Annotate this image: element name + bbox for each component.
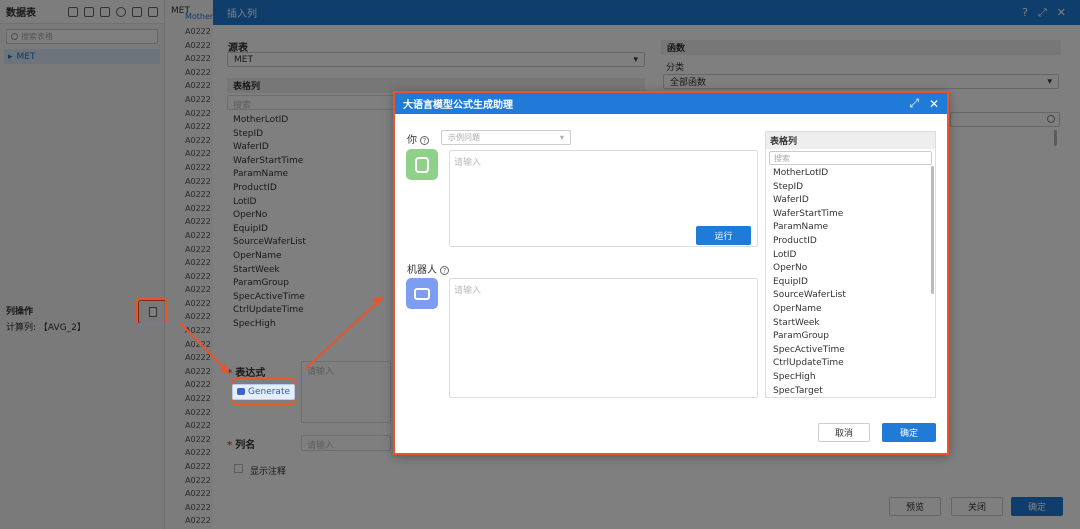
assistant-columns-panel: 表格列 搜索 MotherLotID StepID WaferID WaferStar… xyxy=(765,131,936,398)
column-item[interactable]: EquipID xyxy=(773,276,935,290)
column-item[interactable]: SourceWaferList xyxy=(773,289,935,303)
robot-icon xyxy=(414,287,430,300)
help-icon: ? xyxy=(420,136,429,145)
column-item[interactable]: OperNo xyxy=(773,262,935,276)
columns-search-input[interactable]: 搜索 xyxy=(769,151,932,165)
arrow-to-generate xyxy=(179,322,229,373)
bot-output: 请输入 xyxy=(449,278,758,398)
column-item[interactable]: ParamGroup xyxy=(773,330,935,344)
scrollbar[interactable] xyxy=(931,166,934,294)
column-item[interactable]: ProductID xyxy=(773,235,935,249)
assistant-title: 大语言模型公式生成助理 xyxy=(403,100,513,111)
llm-assistant-dialog: 大语言模型公式生成助理 ⤢ ✕ 你? 示例问题 ▾ 请输入 运行 机器人? 请输… xyxy=(393,91,949,455)
run-button[interactable]: 运行 xyxy=(696,226,751,245)
column-item[interactable]: MotherLotID xyxy=(773,167,935,181)
bot-avatar xyxy=(406,278,438,309)
column-item[interactable]: StepID xyxy=(773,181,935,195)
close-icon[interactable]: ✕ xyxy=(929,97,939,111)
columns-list: MotherLotIDStepIDWaferIDWaferStartTimePa… xyxy=(766,167,935,398)
help-icon: ? xyxy=(440,266,449,275)
column-item[interactable]: LotID xyxy=(773,249,935,263)
user-avatar xyxy=(406,149,438,180)
column-item[interactable]: ParamName xyxy=(773,221,935,235)
column-item[interactable]: OperName xyxy=(773,303,935,317)
column-item[interactable]: StartWeek xyxy=(773,317,935,331)
assistant-titlebar: 大语言模型公式生成助理 ⤢ ✕ xyxy=(395,93,947,114)
confirm-button[interactable]: 确定 xyxy=(882,423,936,442)
cancel-button[interactable]: 取消 xyxy=(818,423,870,442)
user-icon xyxy=(415,156,429,173)
column-item[interactable]: SpecTarget xyxy=(773,385,935,399)
arrow-to-assistant xyxy=(304,299,381,370)
column-item[interactable]: SpecActiveTime xyxy=(773,344,935,358)
you-label: 你? xyxy=(407,131,429,146)
column-item[interactable]: WaferStartTime xyxy=(773,208,935,222)
chevron-down-icon: ▾ xyxy=(559,133,564,142)
column-item[interactable]: WaferID xyxy=(773,194,935,208)
column-item[interactable]: SpecHigh xyxy=(773,371,935,385)
example-question-select[interactable]: 示例问题 ▾ xyxy=(441,130,571,145)
bot-label: 机器人? xyxy=(407,261,449,276)
columns-header: 表格列 xyxy=(766,132,935,149)
column-item[interactable]: CtrlUpdateTime xyxy=(773,357,935,371)
expand-icon[interactable]: ⤢ xyxy=(909,96,919,111)
